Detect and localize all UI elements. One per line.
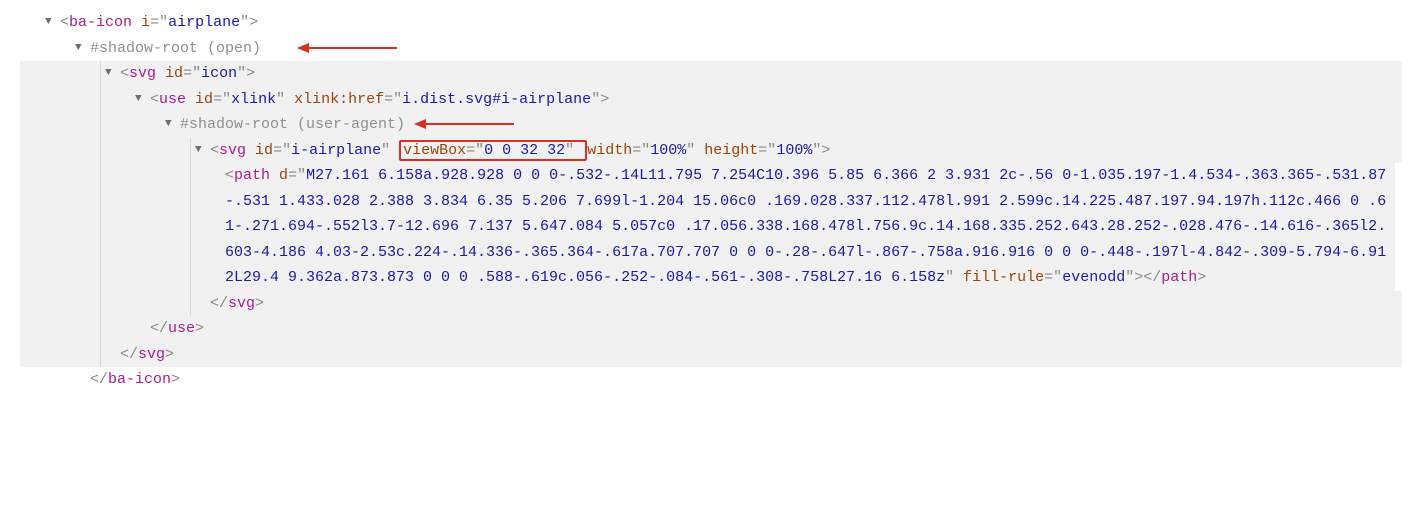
attr-value: i-airplane — [291, 142, 381, 159]
tag-name: svg — [129, 65, 156, 82]
attr-value: 100% — [650, 142, 686, 159]
tag-name: svg — [228, 295, 255, 312]
tag-name: svg — [138, 346, 165, 363]
close-use[interactable]: </use> — [20, 316, 1402, 342]
attr-name: id — [195, 91, 213, 108]
attr-value: airplane — [168, 14, 240, 31]
tag-name: ba-icon — [69, 14, 132, 31]
dom-node-use[interactable]: ▼ <use id="xlink" xlink:href="i.dist.svg… — [20, 87, 1402, 113]
expand-toggle-icon[interactable]: ▼ — [165, 115, 177, 134]
shadow-root-open[interactable]: ▼ #shadow-root (open) — [20, 36, 1402, 62]
attr-value: 0 0 32 32 — [484, 142, 565, 159]
attr-value: i.dist.svg#i-airplane — [402, 91, 591, 108]
attr-value-path-d: M27.161 6.158a.928.928 0 0 0-.532-.14L11… — [225, 167, 1386, 286]
attr-name: d — [279, 167, 288, 184]
shadow-root-user-agent[interactable]: ▼ #shadow-root (user-agent) — [20, 112, 1402, 138]
attr-name: i — [141, 14, 150, 31]
attr-value: xlink — [231, 91, 276, 108]
attr-name: xlink:href — [294, 91, 384, 108]
attr-name: id — [255, 142, 273, 159]
expand-toggle-icon[interactable]: ▼ — [45, 13, 57, 32]
attr-value: 100% — [776, 142, 812, 159]
close-ba-icon[interactable]: </ba-icon> — [20, 367, 1402, 393]
attr-name: fill-rule — [963, 269, 1044, 286]
dom-node-svg-airplane[interactable]: ▼ <svg id="i-airplane" viewBox="0 0 32 3… — [20, 138, 1402, 164]
expand-toggle-icon[interactable]: ▼ — [105, 64, 117, 83]
expand-toggle-icon[interactable]: ▼ — [195, 141, 207, 160]
tag-name: svg — [219, 142, 246, 159]
expand-toggle-icon[interactable]: ▼ — [75, 39, 87, 58]
attr-name: width — [587, 142, 632, 159]
expand-toggle-icon[interactable]: ▼ — [135, 90, 147, 109]
shadow-root-label: #shadow-root (user-agent) — [180, 116, 405, 133]
tag-name: use — [159, 91, 186, 108]
attr-name: id — [165, 65, 183, 82]
tag-name: ba-icon — [108, 371, 171, 388]
attr-name: height — [704, 142, 758, 159]
highlighted-attr: viewBox="0 0 32 32" — [399, 140, 587, 161]
annotation-arrow-icon — [297, 41, 397, 55]
attr-name: viewBox — [403, 142, 466, 159]
tag-name: use — [168, 320, 195, 337]
annotation-arrow-icon — [414, 117, 514, 131]
tag-name: path — [1161, 269, 1197, 286]
close-svg-icon[interactable]: </svg> — [20, 342, 1402, 368]
dom-node-path[interactable]: <path d="M27.161 6.158a.928.928 0 0 0-.5… — [20, 163, 1395, 291]
shadow-root-label: #shadow-root (open) — [90, 40, 261, 57]
tag-name: path — [234, 167, 270, 184]
dom-node-svg-icon[interactable]: ▼ <svg id="icon"> — [20, 61, 1402, 87]
attr-value: icon — [201, 65, 237, 82]
dom-node-ba-icon[interactable]: ▼ <ba-icon i="airplane"> — [20, 10, 1402, 36]
close-svg-airplane[interactable]: </svg> — [20, 291, 1402, 317]
attr-value: evenodd — [1062, 269, 1125, 286]
